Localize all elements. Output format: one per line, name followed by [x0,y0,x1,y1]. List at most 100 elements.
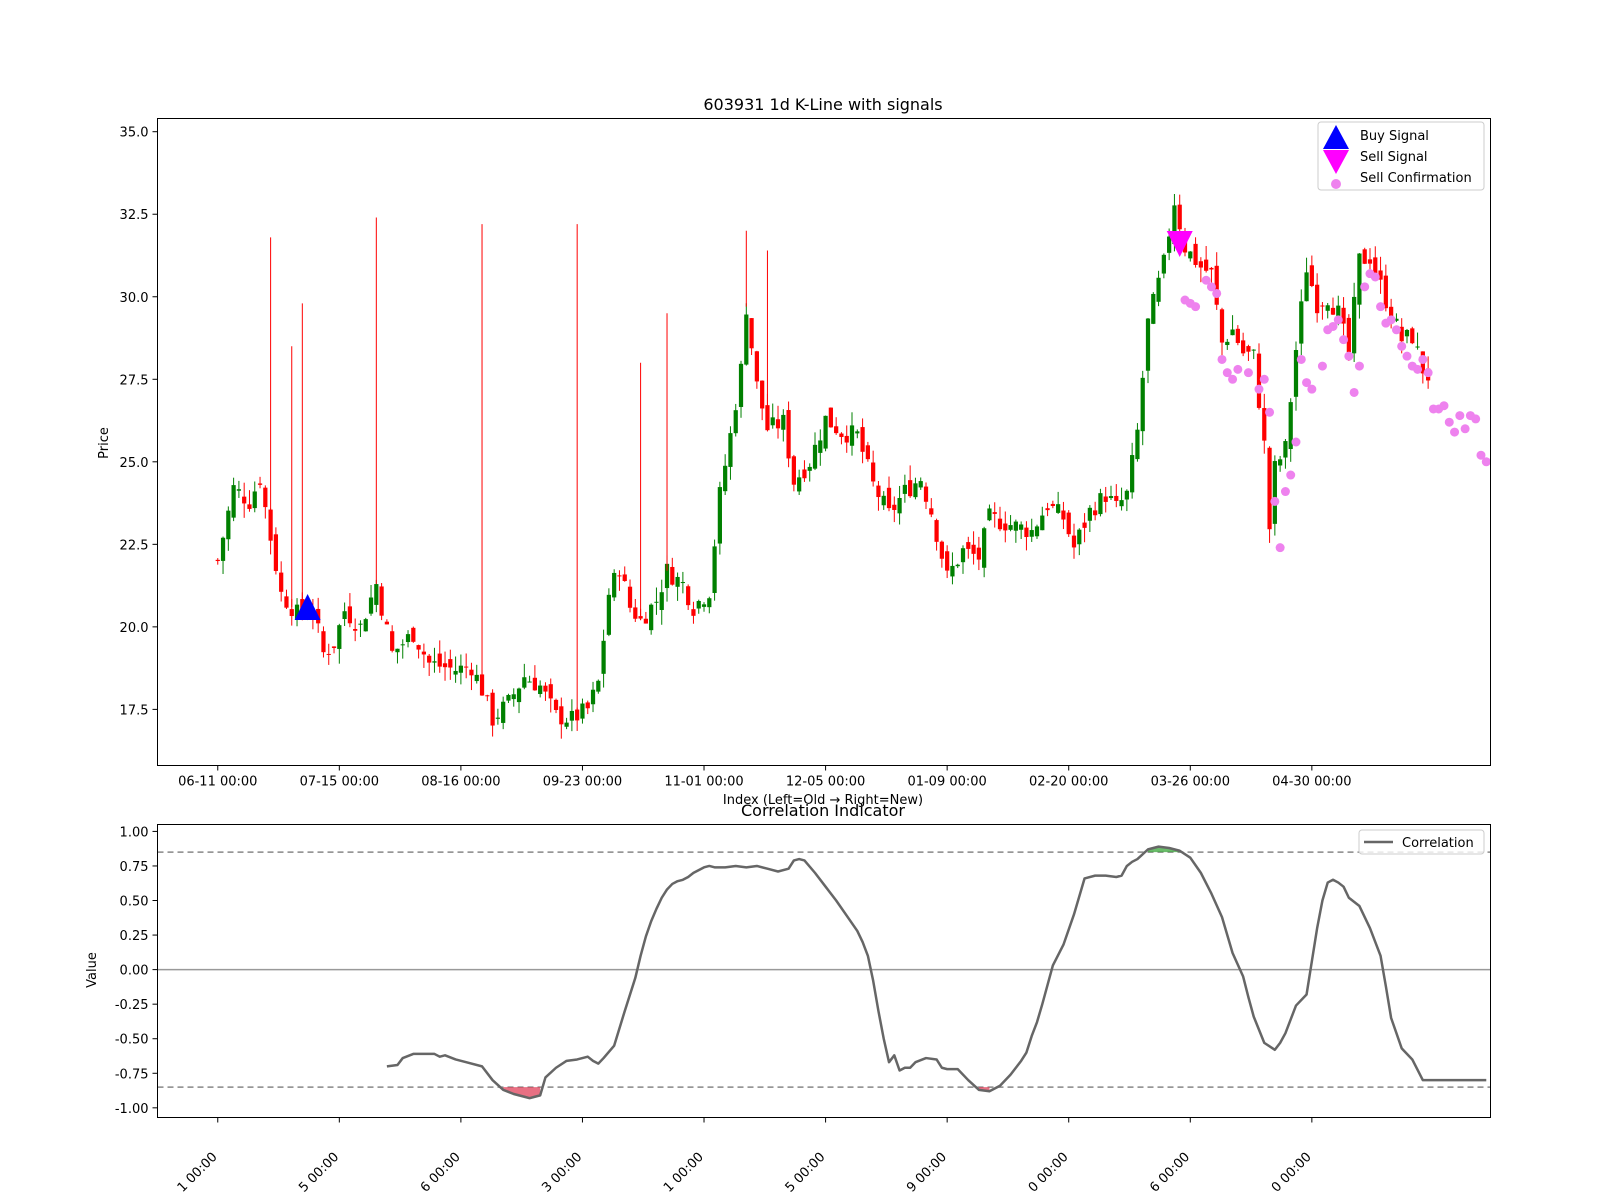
candle-body [289,609,294,617]
y-tick-label: -1.00 [115,1102,149,1117]
candle-body [675,576,680,587]
kline-title: 603931 1d K-Line with signals [703,95,942,114]
candle-body [744,314,749,365]
candle-body [934,520,939,542]
candle-body [701,604,707,607]
candle-body [1019,524,1024,530]
legend-confirmation-icon [1331,179,1341,189]
sell-confirmation-point [1397,341,1407,351]
y-tick-label: 0.25 [120,929,149,944]
candle-body [1330,307,1336,315]
candle-body [1119,500,1124,507]
candle-body [506,694,511,701]
candle-body [733,410,738,434]
y-tick-label: 35.0 [120,126,149,141]
y-tick-label: 17.5 [120,703,149,718]
candle-body [453,670,458,675]
candle-body [923,486,929,502]
sell-confirmation-point [1317,361,1327,371]
candle-body [569,710,574,721]
candle-body [754,351,759,382]
candle-body [432,661,437,663]
sell-confirmation-point [1291,437,1301,447]
sell-confirmation-point [1265,407,1275,417]
candle-body [1299,301,1304,344]
sell-confirmation-point [1212,288,1222,298]
candle-body [1320,305,1325,307]
correlation-legend: Correlation [1358,829,1485,855]
candle-body [1293,350,1299,397]
sell-confirmation-point [1360,282,1370,292]
candle-body [696,600,701,609]
candle-body [654,601,659,603]
candle-body [411,627,416,642]
candle-body [617,575,622,577]
candle-body [242,496,247,504]
candle-body [390,631,395,651]
y-tick-label: -0.50 [115,1033,149,1048]
candle-body [1404,329,1410,337]
sell-confirmation-point [1391,325,1401,335]
candle-body [797,477,802,492]
candle-body [707,598,712,608]
candle-body [1315,284,1320,314]
candle-body [400,644,405,646]
candle-body [976,547,981,560]
candle-body [1283,441,1288,458]
candle-body [1278,459,1283,466]
sell-confirmation-point [1402,351,1412,361]
candle-body [1061,510,1066,520]
sell-confirmation-point [1376,302,1386,312]
candle-body [421,651,427,655]
sell-confirmation-point [1481,457,1491,467]
candle-body [828,407,833,428]
x-tick-label: 08-16 00:00 [421,775,500,790]
candle-body [1209,267,1214,270]
candle-body [807,466,812,471]
candle-body [538,685,543,695]
candle-body [490,692,495,726]
candle-body [1309,265,1314,286]
correlation-title: Correlation Indicator [741,801,905,820]
candle-body [1352,296,1357,354]
candle-body [950,565,955,577]
candle-body [1003,523,1008,531]
sell-confirmation-point [1413,364,1423,374]
candle-body [1066,512,1071,535]
legend-label: Sell Signal [1360,150,1428,165]
candle-body [1114,495,1119,501]
kline-legend: Buy Signal Sell Signal Sell Confirmation [1317,121,1485,191]
candle-body [886,487,892,509]
candle-body [680,582,685,584]
candle-body [939,541,944,559]
candle-body [384,621,390,625]
sell-confirmation-point [1270,496,1280,506]
candle-body [1056,504,1061,513]
candle-body [590,689,596,705]
candle-body [1151,293,1156,324]
candle-body [612,572,617,598]
candle-body [1024,527,1029,538]
candle-body [353,628,358,631]
y-tick-label: 0.50 [120,895,149,910]
candle-body [791,456,796,485]
y-tick-label: 30.0 [120,291,149,306]
candle-body [1098,493,1103,515]
candle-body [717,487,722,544]
candle-body [775,419,781,429]
candle-body [749,318,754,349]
y-tick-label: -0.25 [115,998,149,1013]
candle-body [622,574,627,582]
candle-body [627,586,633,608]
candle-body [1108,496,1114,499]
x-tick-label: 06-11 00:00 [178,775,257,790]
candle-body [723,465,728,492]
candle-body [1267,447,1272,530]
candle-body [945,551,950,571]
candle-body [728,433,733,467]
candle-body [860,427,865,452]
candle-body [1357,253,1362,305]
candle-body [760,380,765,409]
sell-confirmation-point [1217,354,1227,364]
candle-body [580,703,585,719]
